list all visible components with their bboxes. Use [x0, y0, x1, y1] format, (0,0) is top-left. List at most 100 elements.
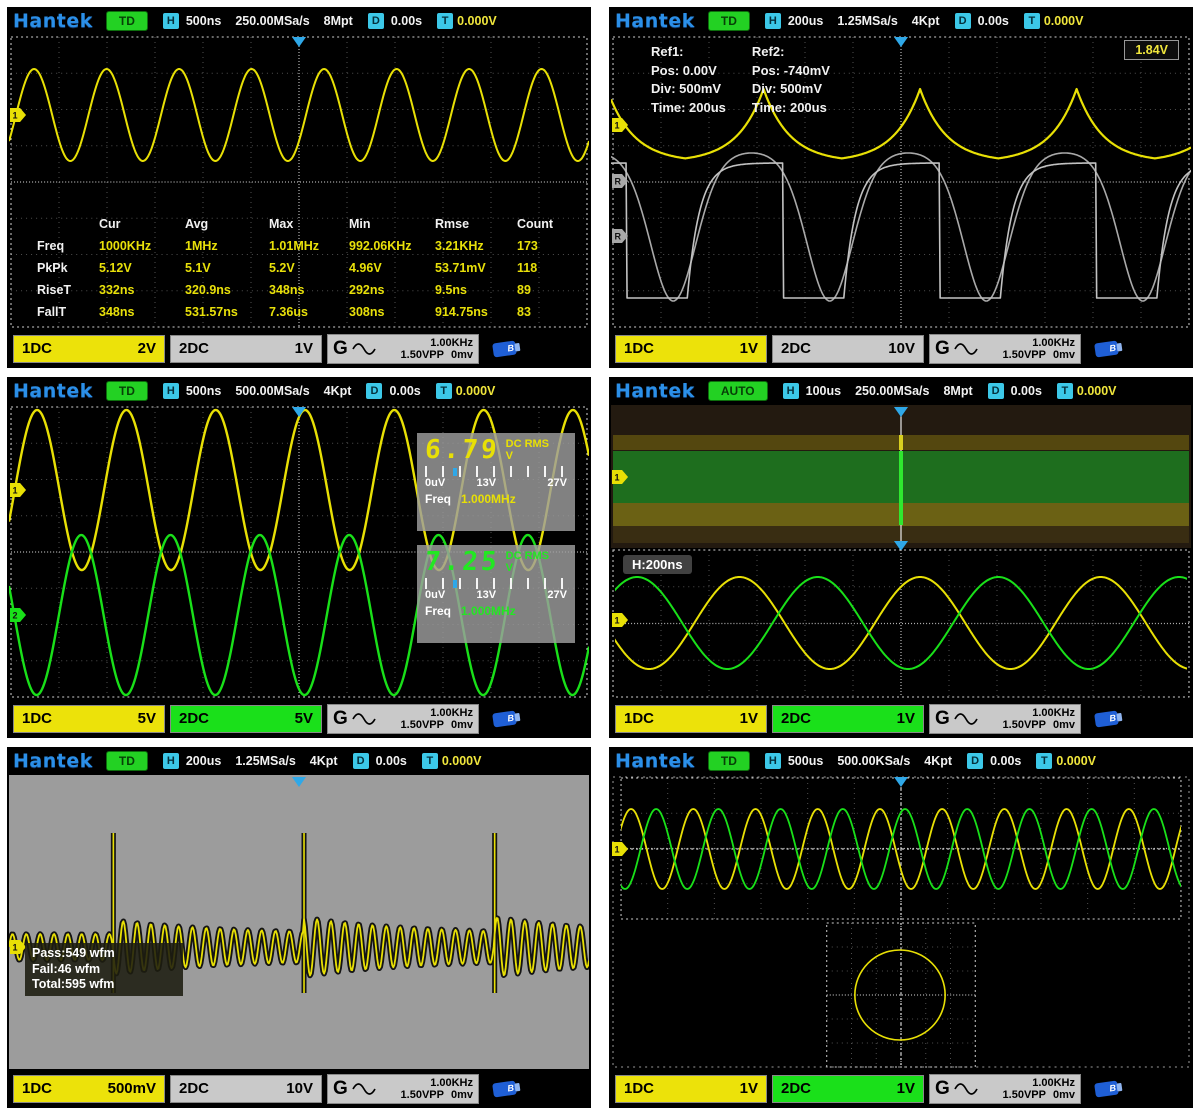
measure-value: 1.01MHz: [269, 239, 349, 253]
ref-info-line: Pos: -740mV: [752, 62, 830, 81]
usb-icon: B: [1094, 710, 1119, 727]
dvm-scale-cursor: [453, 580, 457, 588]
display-area: 1RR Ref1: Pos: 0.00V Div: 500mV Time: 20…: [611, 35, 1191, 329]
generator-freq: 1.00KHz: [430, 1077, 473, 1089]
usb-icon: B: [492, 710, 517, 727]
measure-row: FallT348ns531.57ns7.36us308ns914.75ns83: [37, 301, 583, 323]
trigger-mode-button[interactable]: TD: [106, 751, 148, 771]
ch2-box[interactable]: 2DC 10V: [772, 335, 924, 363]
hantek-logo: Hantek: [13, 10, 93, 32]
sample-rate: 250.00MSa/s: [235, 14, 309, 28]
generator-values: 1.00KHz 1.50VPP0mv: [978, 707, 1075, 731]
dvm-scale-cursor: [453, 468, 457, 476]
delay-value: 0.00s: [389, 384, 420, 398]
ch2-scale: 1V: [897, 1080, 915, 1097]
ch1-box[interactable]: 1DC 1V: [615, 1075, 767, 1103]
ch2-box[interactable]: 2DC 10V: [170, 1075, 322, 1103]
horizontal-icon: H: [163, 13, 179, 29]
generator-box[interactable]: G 1.00KHz 1.50VPP0mv: [327, 334, 479, 364]
trigger-mode-button[interactable]: AUTO: [708, 381, 768, 401]
dvm-mode: DC RMS: [506, 550, 549, 562]
status-bar: Hantek AUTO H 100us 250.00MSa/s 8Mpt D 0…: [609, 377, 1193, 405]
delay-icon: D: [353, 753, 369, 769]
display-area: 11 H:200ns: [611, 405, 1191, 699]
usb-icon-label: B: [1109, 712, 1117, 723]
trigger-icon: T: [1057, 383, 1073, 399]
ch1-label: 1DC: [22, 1080, 52, 1097]
ch1-box[interactable]: 1DC 1V: [615, 705, 767, 733]
generator-box[interactable]: G 1.00KHz 1.50VPP0mv: [929, 334, 1081, 364]
display-area: 1 Pass:549 wfm Fail:46 wfm Total:595 wfm: [9, 775, 589, 1069]
ch2-box[interactable]: 2DC 1V: [772, 705, 924, 733]
sample-rate: 250.00MSa/s: [855, 384, 929, 398]
dvm-scale-mid: 13V: [477, 589, 497, 601]
ch1-box[interactable]: 1DC 500mV: [13, 1075, 165, 1103]
ch2-scale: 1V: [295, 340, 313, 357]
ref-info-line: Div: 500mV: [752, 80, 830, 99]
horizontal-icon: H: [765, 13, 781, 29]
sample-rate: 1.25MSa/s: [837, 14, 897, 28]
channel-bar: 1DC 2V 2DC 1V G 1.00KHz 1.50VPP0mv B: [7, 329, 591, 368]
memory-depth: 4Kpt: [924, 754, 952, 768]
total-count: Total:595 wfm: [32, 977, 176, 993]
ch2-scale: 1V: [897, 710, 915, 727]
hantek-logo: Hantek: [13, 380, 93, 402]
generator-amplitude: 1.50VPP: [1003, 349, 1046, 361]
measure-value: 5.1V: [185, 261, 269, 275]
ref-info-line: Pos: 0.00V: [651, 62, 726, 81]
trigger-mode-button[interactable]: TD: [106, 11, 148, 31]
trigger-mode-button[interactable]: TD: [106, 381, 148, 401]
generator-freq: 1.00KHz: [430, 707, 473, 719]
dvm-scale-mid: 13V: [477, 477, 497, 489]
ch1-box[interactable]: 1DC 1V: [615, 335, 767, 363]
ref-info-line: Div: 500mV: [651, 80, 726, 99]
svg-text:1: 1: [13, 111, 18, 121]
measure-value: 3.21KHz: [435, 239, 517, 253]
memory-depth: 4Kpt: [324, 384, 352, 398]
generator-values: 1.00KHz 1.50VPP0mv: [376, 337, 473, 361]
ch2-scale: 10V: [888, 340, 915, 357]
generator-box[interactable]: G 1.00KHz 1.50VPP0mv: [929, 704, 1081, 734]
ch2-scale: 10V: [286, 1080, 313, 1097]
ch2-box[interactable]: 2DC 1V: [170, 335, 322, 363]
generator-box[interactable]: G 1.00KHz 1.50VPP0mv: [929, 1074, 1081, 1104]
scope-screen-xy: Hantek TD H 500us 500.00KSa/s 4Kpt D 0.0…: [609, 747, 1193, 1108]
ch1-box[interactable]: 1DC 5V: [13, 705, 165, 733]
generator-amplitude: 1.50VPP: [401, 349, 444, 361]
status-bar: Hantek TD H 500ns 250.00MSa/s 8Mpt D 0.0…: [7, 7, 591, 35]
scope-screen-zoom: Hantek AUTO H 100us 250.00MSa/s 8Mpt D 0…: [609, 377, 1193, 738]
measure-header-row: CurAvgMaxMinRmseCount: [37, 213, 583, 235]
memory-depth: 8Mpt: [943, 384, 972, 398]
generator-box[interactable]: G 1.00KHz 1.50VPP0mv: [327, 704, 479, 734]
delay-value: 0.00s: [391, 14, 422, 28]
channel-bar: 1DC 500mV 2DC 10V G 1.00KHz 1.50VPP0mv B: [7, 1069, 591, 1108]
ch1-scale: 1V: [740, 1080, 758, 1097]
sine-wave-icon: [352, 1082, 376, 1096]
ch2-box[interactable]: 2DC 5V: [170, 705, 322, 733]
usb-icon-label: B: [507, 712, 515, 723]
svg-text:2: 2: [13, 611, 18, 621]
dvm-scale-max: 27V: [547, 589, 567, 601]
generator-offset: 0mv: [451, 1089, 473, 1101]
memory-depth: 8Mpt: [324, 14, 353, 28]
measurement-table: CurAvgMaxMinRmseCountFreq1000KHz1MHz1.01…: [37, 213, 583, 323]
generator-box[interactable]: G 1.00KHz 1.50VPP0mv: [327, 1074, 479, 1104]
scope-screen-measurements: Hantek TD H 500ns 250.00MSa/s 8Mpt D 0.0…: [7, 7, 591, 368]
horizontal-icon: H: [163, 753, 179, 769]
delay-icon: D: [967, 753, 983, 769]
usb-icon-label: B: [507, 342, 515, 353]
ch1-box[interactable]: 1DC 2V: [13, 335, 165, 363]
svg-text:R: R: [615, 232, 622, 242]
ch2-scale: 5V: [295, 710, 313, 727]
measure-row-label: PkPk: [37, 261, 99, 275]
display-area: 1: [611, 775, 1191, 1069]
trigger-mode-button[interactable]: TD: [708, 751, 750, 771]
ref-info-line: Time: 200us: [752, 99, 830, 118]
status-bar: Hantek TD H 200us 1.25MSa/s 4Kpt D 0.00s…: [7, 747, 591, 775]
timebase-value: 500ns: [186, 384, 221, 398]
trigger-mode-button[interactable]: TD: [708, 11, 750, 31]
measure-value: 118: [517, 261, 583, 275]
ch2-box[interactable]: 2DC 1V: [772, 1075, 924, 1103]
ch1-label: 1DC: [624, 340, 654, 357]
usb-icon: B: [1094, 1080, 1119, 1097]
